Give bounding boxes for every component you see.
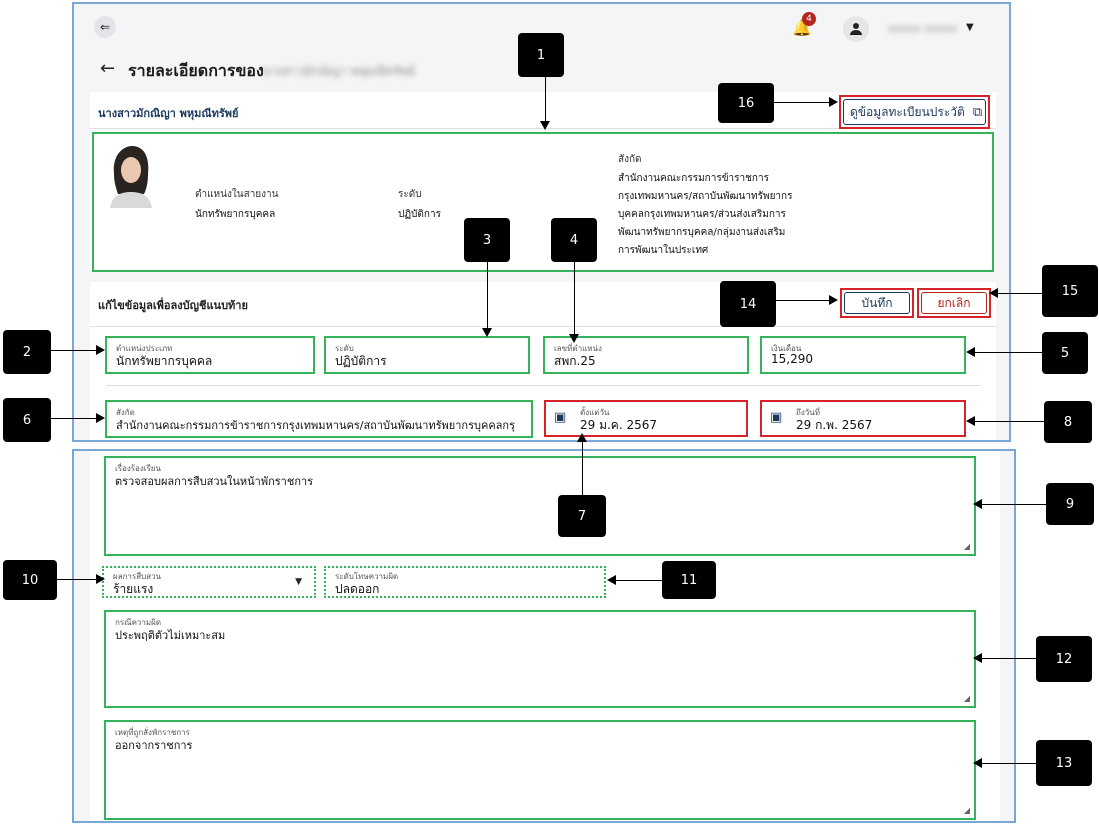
profile-name: นางสาวมักณิญา พหุมณีทรัพย์ <box>98 107 239 120</box>
arrow-line <box>582 441 583 495</box>
callout-8: 8 <box>1044 401 1092 443</box>
bottom-screenshot-frame: เรื่องร้องเรียน ตรวจสอบผลการสืบสวนในหน้า… <box>72 449 1016 823</box>
arrow-head <box>577 433 587 442</box>
arrow-head <box>973 499 982 509</box>
view-history-label: ดูข้อมูลทะเบียนประวัติ <box>850 104 965 119</box>
investigation-result-highlight <box>102 566 316 598</box>
arrow-line <box>776 300 830 301</box>
avatar-photo <box>106 144 156 208</box>
arrow-head <box>989 288 998 298</box>
affiliation-line: กรุงเทพมหานคร/สถาบันพัฒนาทรัพยากร <box>618 191 793 202</box>
affiliation-line: บุคคลกรุงเทพมหานคร/ส่วนส่งเสริมการ <box>618 209 786 220</box>
level-highlight <box>324 336 530 374</box>
arrow-line <box>51 418 97 419</box>
arrow-line <box>57 579 97 580</box>
level-value: ปฏิบัติการ <box>398 209 441 220</box>
user-icon[interactable] <box>843 16 869 42</box>
callout-14: 14 <box>720 281 776 327</box>
end-date-highlight <box>760 400 966 437</box>
penalty-level-highlight <box>324 566 606 598</box>
level-label: ระดับ <box>398 189 422 200</box>
arrow-line <box>982 763 1036 764</box>
edit-section-title: แก้ไขข้อมูลเพื่อลงบัญชีแนบท้าย <box>98 299 248 312</box>
affiliation-line: สำนักงานคณะกรรมการข้าราชการ <box>618 173 769 184</box>
arrow-line <box>51 350 97 351</box>
start-date-highlight <box>544 400 748 437</box>
arrow-line <box>982 658 1036 659</box>
callout-16: 16 <box>718 83 774 123</box>
arrow-head <box>96 574 105 584</box>
view-history-button[interactable]: ดูข้อมูลทะเบียนประวัติ ⧉ <box>843 99 986 125</box>
affiliation-text: สำนักงานคณะกรรมการข้าราชการ กรุงเทพมหานค… <box>618 170 792 260</box>
arrow-head <box>829 295 838 305</box>
arrow-head <box>540 121 550 130</box>
arrow-line <box>998 293 1042 294</box>
edit-divider <box>90 326 996 327</box>
arrow-line <box>975 352 1042 353</box>
callout-15: 15 <box>1042 265 1098 317</box>
callout-1: 1 <box>518 33 564 77</box>
arrow-line <box>616 580 662 581</box>
affiliation-highlight <box>105 400 533 438</box>
save-button[interactable]: บันทึก <box>844 292 910 314</box>
arrow-head <box>973 758 982 768</box>
callout-13: 13 <box>1036 740 1092 786</box>
arrow-line <box>774 102 830 103</box>
cancel-button[interactable]: ยกเลิก <box>921 292 987 314</box>
callout-6: 6 <box>3 398 51 442</box>
arrow-line <box>545 77 546 122</box>
callout-11: 11 <box>662 561 716 599</box>
callout-10: 10 <box>3 560 57 600</box>
arrow-head <box>482 328 492 337</box>
arrow-head <box>569 334 579 343</box>
arrow-line <box>982 504 1046 505</box>
callout-4: 4 <box>551 218 597 262</box>
affiliation-line: พัฒนาทรัพยากรบุคคล/กลุ่มงานส่งเสริม <box>618 227 786 238</box>
arrow-line <box>975 421 1044 422</box>
page-title-name: นางสาวมักณิญา พหุมณีทรัพย์ <box>262 64 415 78</box>
callout-9: 9 <box>1046 483 1094 525</box>
arrow-line <box>487 262 488 330</box>
subject-highlight <box>104 456 976 556</box>
callout-12: 12 <box>1036 636 1092 682</box>
suspension-reason-highlight <box>104 720 976 820</box>
affiliation-label: สังกัด <box>618 154 642 165</box>
callout-7: 7 <box>558 495 606 537</box>
callout-2: 2 <box>3 330 51 374</box>
position-type-highlight <box>105 336 315 374</box>
position-label: ตำแหน่งในสายงาน <box>195 189 279 200</box>
arrow-head <box>973 653 982 663</box>
menu-collapse-icon[interactable]: ⇐ <box>94 16 116 38</box>
offense-highlight <box>104 610 976 708</box>
page-title: รายละเอียดการของ <box>128 61 264 80</box>
callout-5: 5 <box>1042 332 1088 374</box>
row-divider <box>106 385 980 386</box>
callout-3: 3 <box>464 218 510 262</box>
position-value: นักทรัพยากรบุคคล <box>195 209 276 220</box>
affiliation-line: การพัฒนาในประเทศ <box>618 245 709 256</box>
profile-details-highlight <box>92 132 994 272</box>
salary-highlight <box>760 336 966 374</box>
arrow-head <box>829 97 838 107</box>
notification-badge: 4 <box>802 12 816 26</box>
arrow-head <box>966 347 975 357</box>
back-arrow-icon[interactable]: ← <box>100 58 115 79</box>
arrow-head <box>96 413 105 423</box>
arrow-line <box>574 262 575 336</box>
external-link-icon: ⧉ <box>972 104 983 120</box>
username: xxxxx xxxxx <box>888 22 957 35</box>
arrow-head <box>96 345 105 355</box>
chevron-down-icon[interactable]: ▼ <box>966 22 974 33</box>
arrow-head <box>607 575 616 585</box>
arrow-head <box>966 416 975 426</box>
